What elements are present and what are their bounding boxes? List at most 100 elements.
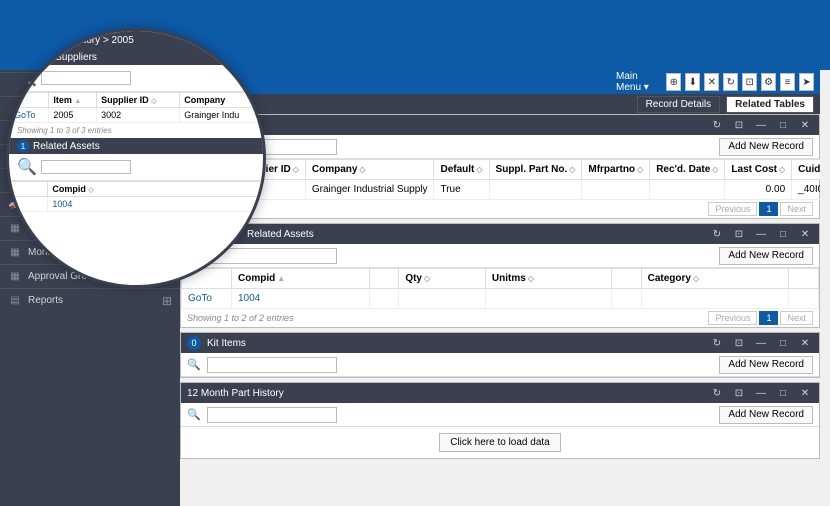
close-icon[interactable]: ✕ xyxy=(797,386,813,400)
expand-icon[interactable]: ⊞ xyxy=(162,294,172,308)
search-input[interactable] xyxy=(41,160,131,174)
maximize-icon[interactable]: □ xyxy=(775,336,791,350)
toolbar-btn-send[interactable]: ➤ xyxy=(799,73,814,91)
refresh-icon[interactable]: ↻ xyxy=(709,118,725,132)
main-menu-dropdown[interactable]: Main Menu ▾ xyxy=(616,71,662,93)
pager-next[interactable]: Next xyxy=(780,311,813,325)
minimize-icon[interactable]: — xyxy=(753,336,769,350)
showing-text: Showing 1 to 2 of 2 entries xyxy=(187,313,294,323)
cell-recd xyxy=(650,180,725,200)
panel-title: Kit Items xyxy=(207,338,246,349)
showing-text: Showing 1 to 3 of 3 entries xyxy=(9,123,263,138)
table-row[interactable]: 1004 xyxy=(10,197,263,212)
col-item[interactable]: Item ▲ xyxy=(49,93,97,108)
search-input[interactable] xyxy=(207,407,337,423)
col-cuid[interactable]: Cuid xyxy=(792,160,820,180)
col-default[interactable]: Default◇ xyxy=(434,160,489,180)
refresh-icon[interactable]: ↻ xyxy=(709,227,725,241)
pager-next[interactable]: Next xyxy=(780,202,813,216)
copy-icon[interactable]: ⊡ xyxy=(731,336,747,350)
table-icon: ▦ xyxy=(8,223,22,234)
col-company[interactable]: Company xyxy=(180,93,263,108)
close-icon[interactable]: ✕ xyxy=(797,118,813,132)
col-qty[interactable]: Qty◇ xyxy=(399,269,486,289)
toolbar-btn-download[interactable]: ⬇ xyxy=(685,73,700,91)
toolbar-btn-delete[interactable]: ✕ xyxy=(704,73,719,91)
table-row[interactable]: GoTo 1004 xyxy=(182,289,819,309)
copy-icon[interactable]: ⊡ xyxy=(731,227,747,241)
pager-prev[interactable]: Previous xyxy=(708,202,757,216)
minimize-icon[interactable]: — xyxy=(753,118,769,132)
cell-suppl-part xyxy=(489,180,582,200)
search-icon: 🔍 xyxy=(17,157,37,177)
col-suppl-part[interactable]: Suppl. Part No.◇ xyxy=(489,160,582,180)
panel-title: 12 Month Part History xyxy=(187,388,284,399)
toolbar-btn-copy[interactable]: ⊡ xyxy=(742,73,757,91)
pager-page[interactable]: 1 xyxy=(759,311,778,325)
cell-compid[interactable]: 1004 xyxy=(232,289,370,309)
maximize-icon[interactable]: □ xyxy=(775,118,791,132)
col-recd-date[interactable]: Rec'd. Date◇ xyxy=(650,160,725,180)
goto-link[interactable]: GoTo xyxy=(182,289,232,309)
maximize-icon[interactable]: □ xyxy=(775,386,791,400)
minimize-icon[interactable]: — xyxy=(753,386,769,400)
cell-cuid: _40I0TXXXZ xyxy=(792,180,820,200)
col-blank4[interactable] xyxy=(789,269,819,289)
goto-link[interactable]: GoTo xyxy=(10,108,49,123)
col-compid[interactable]: Compid▲ xyxy=(232,269,370,289)
sub-header: Record Details Related Tables xyxy=(180,94,820,114)
col-blank3[interactable] xyxy=(611,269,641,289)
copy-icon[interactable]: ⊡ xyxy=(731,386,747,400)
toolbar-btn-menu[interactable]: ≡ xyxy=(780,73,795,91)
minimize-icon[interactable]: — xyxy=(753,227,769,241)
pager-prev[interactable]: Previous xyxy=(708,311,757,325)
add-new-record-button[interactable]: Add New Record xyxy=(719,406,813,424)
table-row[interactable]: GoTo 3002 Grainger Industrial Supply Tru… xyxy=(182,180,821,200)
col-blank2[interactable] xyxy=(369,269,399,289)
toolbar-btn-settings[interactable]: ⚙ xyxy=(761,73,776,91)
search-icon: 🔍 xyxy=(187,408,201,421)
table-icon: ▦ xyxy=(8,271,22,282)
col-unitms[interactable]: Unitms◇ xyxy=(485,269,611,289)
panel-kit-items: 0 Kit Items ↻ ⊡ — □ ✕ 🔍 Add New Record xyxy=(180,332,820,378)
close-icon[interactable]: ✕ xyxy=(797,227,813,241)
click-to-load-button[interactable]: Click here to load data xyxy=(439,433,561,452)
table-row[interactable]: GoTo 2005 3002 Grainger Indu xyxy=(10,108,263,123)
list-icon: ▤ xyxy=(8,295,22,306)
close-icon[interactable]: ✕ xyxy=(797,336,813,350)
toolbar-btn-refresh[interactable]: ↻ xyxy=(723,73,738,91)
col-category[interactable]: Category◇ xyxy=(641,269,789,289)
panel-related-assets: Related Assets ↻ ⊡ — □ ✕ 🔍 Add New Recor… xyxy=(180,223,820,328)
lens-assets-header: 1 Related Assets xyxy=(9,138,263,154)
search-input[interactable] xyxy=(41,71,131,85)
sidebar-item-reports[interactable]: ▤Reports⊞ xyxy=(0,288,180,312)
top-toolbar: Main Menu ▾ ⊕ ⬇ ✕ ↻ ⊡ ⚙ ≡ ➤ xyxy=(180,70,820,94)
col-mfrpartno[interactable]: Mfrpartno◇ xyxy=(582,160,650,180)
search-icon: 🔍 xyxy=(187,358,201,371)
refresh-icon[interactable]: ↻ xyxy=(709,386,725,400)
maximize-icon[interactable]: □ xyxy=(775,227,791,241)
copy-icon[interactable]: ⊡ xyxy=(731,118,747,132)
add-new-record-button[interactable]: Add New Record xyxy=(719,138,813,156)
col-last-cost[interactable]: Last Cost◇ xyxy=(725,160,792,180)
toolbar-btn-add[interactable]: ⊕ xyxy=(666,73,681,91)
panel-12-month-history: 12 Month Part History ↻ ⊡ — □ ✕ 🔍 Add Ne… xyxy=(180,382,820,459)
table-icon: ▦ xyxy=(8,247,22,258)
zoom-lens: Inventory > 2005 1 Item Suppliers 🔍 Item… xyxy=(6,28,266,288)
cell-mfr xyxy=(582,180,650,200)
cell-company: Grainger Industrial Supply xyxy=(305,180,434,200)
cell-compid[interactable]: 1004 xyxy=(48,197,263,212)
suppliers-table: Supplier ID◇ Company◇ Default◇ Suppl. Pa… xyxy=(181,159,820,200)
tab-record-details[interactable]: Record Details xyxy=(637,96,721,113)
add-new-record-button[interactable]: Add New Record xyxy=(719,356,813,374)
assets-table: Compid▲ Qty◇ Unitms◇ Category◇ GoTo 1004 xyxy=(181,268,819,309)
col-compid[interactable]: Compid ◇ xyxy=(48,182,263,197)
col-supplier-id[interactable]: Supplier ID ◇ xyxy=(97,93,180,108)
tab-related-tables[interactable]: Related Tables xyxy=(726,96,814,113)
add-new-record-button[interactable]: Add New Record xyxy=(719,247,813,265)
col-company[interactable]: Company◇ xyxy=(305,160,434,180)
cell-default: True xyxy=(434,180,489,200)
refresh-icon[interactable]: ↻ xyxy=(709,336,725,350)
pager-page[interactable]: 1 xyxy=(759,202,778,216)
search-input[interactable] xyxy=(207,357,337,373)
